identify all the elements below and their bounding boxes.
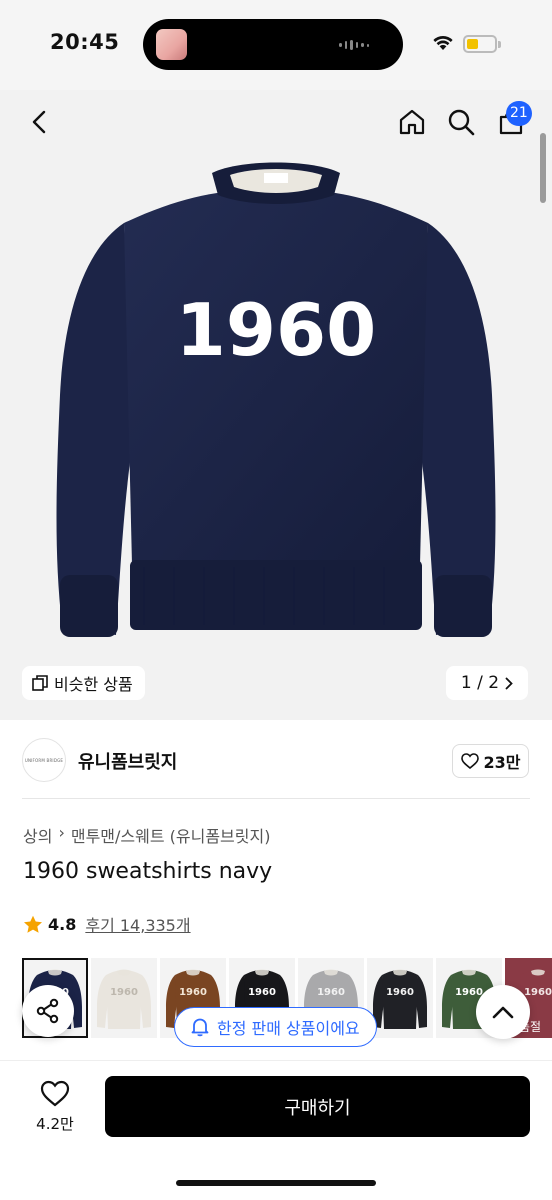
sweatshirt-print-text: 1960 (176, 288, 376, 372)
chevron-right-icon: › (58, 823, 65, 842)
wishlist-count: 4.2만 (36, 1115, 74, 1133)
brand-name[interactable]: 유니폼브릿지 (78, 748, 177, 774)
status-bar: 20:45 (0, 0, 552, 90)
wishlist-button[interactable]: 4.2만 (24, 1080, 86, 1134)
chevron-up-icon (492, 1006, 514, 1018)
back-button[interactable] (17, 100, 61, 144)
similar-products-button[interactable]: 비슷한 상품 (22, 666, 145, 700)
sweatshirt-thumbnail-image: 1960 (97, 969, 151, 1029)
image-pager-button[interactable]: 1 / 2 (446, 666, 528, 700)
sold-out-label: 품절 (519, 1020, 542, 1034)
home-indicator (176, 1180, 376, 1186)
breadcrumb: 상의 › 맨투맨/스웨트 (유니폼브릿지) (23, 823, 270, 847)
thumbnail-print-text: 1960 (248, 987, 276, 998)
similar-products-label: 비슷한 상품 (54, 675, 133, 694)
home-button[interactable] (390, 100, 434, 144)
product-screen: 20:45 1960 21 비슷한 상품 1 / 2 UNIFORM BRIDG… (0, 0, 552, 1200)
thumbnail-print-text: 1960 (386, 987, 414, 998)
cart-count-badge: 21 (506, 101, 532, 126)
search-icon (448, 109, 475, 136)
audio-wave-icon (339, 40, 369, 50)
thumbnail-print-text: 1960 (110, 987, 138, 998)
brand-logo[interactable]: UNIFORM BRIDGE (22, 738, 66, 782)
buy-button[interactable]: 구매하기 (105, 1076, 530, 1137)
thumbnail-print-text: 1960 (524, 987, 552, 998)
breadcrumb-item-category[interactable]: 상의 (23, 823, 52, 847)
section-divider (22, 798, 530, 799)
pager-label: 1 / 2 (460, 673, 500, 693)
reviews-link[interactable]: 후기 14,335개 (85, 912, 190, 936)
wifi-icon (433, 35, 453, 50)
now-playing-artwork (156, 29, 187, 60)
share-button[interactable] (22, 985, 74, 1037)
share-icon (36, 998, 59, 1024)
rating-value: 4.8 (48, 914, 77, 934)
star-icon (24, 915, 42, 933)
top-nav (0, 100, 552, 144)
search-button[interactable] (439, 100, 483, 144)
breadcrumb-item-subcategory[interactable]: 맨투맨/스웨트 (유니폼브릿지) (71, 823, 271, 847)
heart-icon (40, 1080, 70, 1107)
chevron-left-icon (32, 110, 46, 134)
color-thumbnail-charcoal[interactable]: 1960 (367, 958, 433, 1038)
thumbnail-print-text: 1960 (317, 987, 345, 998)
thumbnail-print-text: 1960 (179, 987, 207, 998)
brand-like-count: 23만 (483, 753, 521, 772)
limited-sale-label: 한정 판매 상품이에요 (217, 1019, 360, 1038)
limited-sale-notice[interactable]: 한정 판매 상품이에요 (174, 1007, 377, 1047)
bell-icon (191, 1018, 209, 1037)
color-thumbnail-ivory[interactable]: 1960 (91, 958, 157, 1038)
copy-icon (32, 675, 48, 691)
home-icon (399, 109, 425, 135)
product-title: 1960 sweatshirts navy (23, 859, 273, 884)
product-image-sweatshirt: 1960 (56, 162, 496, 637)
dynamic-island (143, 19, 403, 70)
battery-tip (498, 41, 501, 48)
thumbnail-print-text: 1960 (455, 987, 483, 998)
clock: 20:45 (50, 30, 120, 54)
battery-icon (463, 35, 497, 53)
scroll-indicator[interactable] (540, 133, 546, 203)
rating-row: 4.8 후기 14,335개 (23, 912, 191, 936)
chevron-right-icon (505, 677, 513, 689)
brand-row[interactable]: UNIFORM BRIDGE 유니폼브릿지 23만 (0, 722, 552, 798)
sweatshirt-thumbnail-image: 1960 (373, 969, 427, 1029)
heart-icon (460, 753, 479, 769)
brand-like-button[interactable]: 23만 (452, 744, 529, 778)
